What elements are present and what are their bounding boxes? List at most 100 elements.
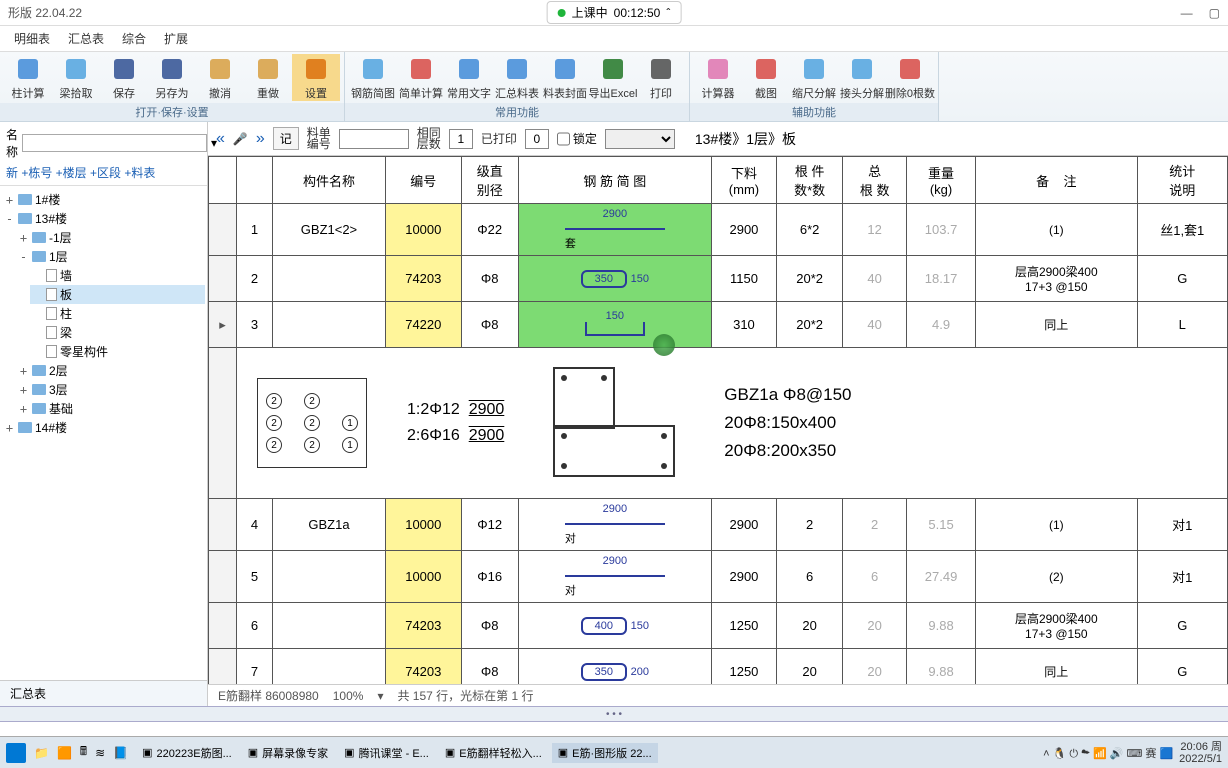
cell-total[interactable]: 12 [843, 204, 907, 256]
cell-length[interactable]: 1150 [711, 256, 776, 302]
menu-detail[interactable]: 明细表 [14, 30, 50, 47]
tree-twisty-icon[interactable]: - [4, 212, 15, 226]
next-arrow-icon[interactable]: » [256, 130, 265, 148]
tree-twisty-icon[interactable]: + [4, 421, 15, 435]
cell-weight[interactable]: 5.15 [907, 499, 976, 551]
tree-twisty-icon[interactable]: + [18, 383, 29, 397]
cell-stat[interactable]: G [1137, 603, 1227, 649]
tb-explorer-icon[interactable]: 📁 [34, 746, 49, 760]
col-header[interactable]: 钢 筋 简 图 [518, 157, 711, 204]
cell-code[interactable]: 74220 [385, 302, 461, 348]
cell-code[interactable]: 74203 [385, 649, 461, 685]
cell-note[interactable]: 同上 [976, 302, 1137, 348]
cell-name[interactable] [273, 649, 386, 685]
ribbon-删除0根数[interactable]: 删除0根数 [886, 54, 934, 101]
cell-code[interactable]: 10000 [385, 204, 461, 256]
tree-node-1层[interactable]: -1层 [16, 247, 205, 266]
same-floor-input[interactable] [449, 129, 473, 149]
cell-length[interactable]: 2900 [711, 499, 776, 551]
cell-note[interactable]: 层高2900梁400 17+3 @150 [976, 256, 1137, 302]
record-button[interactable]: 记 [273, 127, 299, 150]
row-selector[interactable] [209, 649, 237, 685]
tree-node-板[interactable]: 板 [30, 285, 205, 304]
cell-total[interactable]: 20 [843, 649, 907, 685]
cell-diameter[interactable]: Φ12 [461, 499, 518, 551]
tree-twisty-icon[interactable]: + [18, 231, 29, 245]
ribbon-设置[interactable]: 设置 [292, 54, 340, 101]
row-selector[interactable] [209, 499, 237, 551]
cell-note[interactable]: (1) [976, 499, 1137, 551]
ribbon-截图[interactable]: 截图 [742, 54, 790, 101]
data-grid[interactable]: 构件名称编号级直 别径钢 筋 简 图下料 (mm)根 件 数*数总 根 数重量 … [208, 156, 1228, 684]
menu-general[interactable]: 综合 [122, 30, 146, 47]
tree-node-梁[interactable]: 梁 [30, 323, 205, 342]
cell-name[interactable] [273, 256, 386, 302]
ribbon-另存为[interactable]: 另存为 [148, 54, 196, 101]
ribbon-汇总料表[interactable]: 汇总料表 [493, 54, 541, 101]
mic-icon[interactable]: 🎤 [233, 132, 248, 146]
ribbon-料表封面[interactable]: 料表封面 [541, 54, 589, 101]
ribbon-保存[interactable]: 保存 [100, 54, 148, 101]
cell-total[interactable]: 2 [843, 499, 907, 551]
taskbar-app[interactable]: ▣E筋·图形版 22... [552, 743, 658, 763]
cell-count[interactable]: 6*2 [776, 204, 842, 256]
tb-vs-icon[interactable]: ≋ [95, 746, 105, 760]
tree-node-基础[interactable]: +基础 [16, 399, 205, 418]
col-header[interactable]: 根 件 数*数 [776, 157, 842, 204]
menu-extend[interactable]: 扩展 [164, 30, 188, 47]
cell-count[interactable]: 6 [776, 551, 842, 603]
cell-count[interactable]: 20*2 [776, 256, 842, 302]
cell-code[interactable]: 10000 [385, 499, 461, 551]
cell-note[interactable]: 层高2900梁400 17+3 @150 [976, 603, 1137, 649]
cell-stat[interactable]: G [1137, 256, 1227, 302]
printed-input[interactable] [525, 129, 549, 149]
col-header[interactable]: 构件名称 [273, 157, 386, 204]
cell-length[interactable]: 310 [711, 302, 776, 348]
tree-action-links[interactable]: 新 +栋号 +楼层 +区段 +料表 [6, 164, 201, 181]
cell-name[interactable]: GBZ1<2> [273, 204, 386, 256]
taskbar-app[interactable]: ▣腾讯课堂 - E... [338, 743, 435, 763]
ribbon-梁拾取[interactable]: 梁拾取 [52, 54, 100, 101]
col-header[interactable]: 级直 别径 [461, 157, 518, 204]
cell-weight[interactable]: 18.17 [907, 256, 976, 302]
ribbon-常用文字[interactable]: 常用文字 [445, 54, 493, 101]
start-button[interactable] [6, 743, 26, 763]
cell-code[interactable]: 74203 [385, 256, 461, 302]
col-header[interactable]: 总 根 数 [843, 157, 907, 204]
cell-count[interactable]: 20 [776, 603, 842, 649]
col-header[interactable]: 编号 [385, 157, 461, 204]
cell-weight[interactable]: 9.88 [907, 649, 976, 685]
tree-node-墙[interactable]: 墙 [30, 266, 205, 285]
tree-node--1层[interactable]: +-1层 [16, 228, 205, 247]
ribbon-重做[interactable]: 重做 [244, 54, 292, 101]
row-selector[interactable] [209, 551, 237, 603]
lock-select[interactable] [605, 129, 675, 149]
cell-total[interactable]: 6 [843, 551, 907, 603]
col-header[interactable]: 统计 说明 [1137, 157, 1227, 204]
taskbar-app[interactable]: ▣E筋翻样轻松入... [439, 743, 548, 763]
cell-total[interactable]: 40 [843, 256, 907, 302]
cell-total[interactable]: 40 [843, 302, 907, 348]
cell-diameter[interactable]: Φ8 [461, 649, 518, 685]
cell-shape[interactable]: 2900对 [518, 551, 711, 603]
cell-stat[interactable]: 对1 [1137, 499, 1227, 551]
menu-summary[interactable]: 汇总表 [68, 30, 104, 47]
taskbar-app[interactable]: ▣220223E筋图... [136, 743, 238, 763]
cell-length[interactable]: 2900 [711, 551, 776, 603]
tree-twisty-icon[interactable]: - [18, 250, 29, 264]
tree-node-3层[interactable]: +3层 [16, 380, 205, 399]
cell-diameter[interactable]: Φ8 [461, 603, 518, 649]
taskbar-app[interactable]: ▣屏幕录像专家 [242, 743, 334, 763]
cell-stat[interactable]: G [1137, 649, 1227, 685]
cell-count[interactable]: 2 [776, 499, 842, 551]
cell-weight[interactable]: 4.9 [907, 302, 976, 348]
row-selector[interactable] [209, 256, 237, 302]
tb-app-icon[interactable]: 🟧 [57, 746, 72, 760]
cell-shape[interactable]: 2900对 [518, 499, 711, 551]
cell-name[interactable] [273, 551, 386, 603]
ribbon-简单计算[interactable]: 简单计算 [397, 54, 445, 101]
bottom-tab-summary[interactable]: 汇总表 [0, 680, 207, 706]
ribbon-打印[interactable]: 打印 [637, 54, 685, 101]
cell-diameter[interactable]: Φ22 [461, 204, 518, 256]
minimize-button[interactable]: — [1181, 6, 1193, 20]
